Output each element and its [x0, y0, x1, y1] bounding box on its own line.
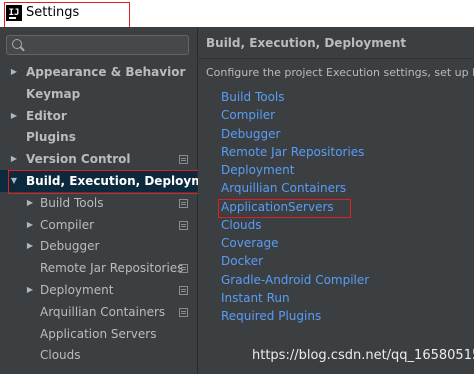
search-input[interactable] [27, 37, 185, 53]
sidebar-item-label: Application Servers [40, 326, 157, 341]
project-settings-icon [179, 220, 188, 230]
page-title: Build, Execution, Deployment [206, 36, 407, 50]
subpage-link[interactable]: Arquillian Containers [221, 180, 346, 196]
sidebar-item[interactable]: Plugins [0, 126, 197, 148]
sidebar-item-label: Remote Jar Repositories [40, 261, 184, 276]
project-settings-icon [179, 198, 188, 208]
title-highlight-box [4, 2, 130, 30]
sidebar-item-label: Plugins [26, 130, 76, 145]
project-settings-icon [179, 307, 188, 317]
collapsed-arrow-icon[interactable]: ▶ [9, 105, 19, 127]
sidebar-item-label: Keymap [26, 86, 81, 101]
sidebar-item[interactable]: ▶ Version Control [0, 148, 197, 170]
sidebar-item[interactable]: Application Servers [0, 323, 197, 345]
sidebar-item-label: Appearance & Behavior [26, 65, 186, 79]
selected-item-highlight-box [8, 170, 208, 194]
subpage-link[interactable]: Docker [221, 253, 263, 269]
subpage-link[interactable]: Build Tools [221, 89, 285, 105]
subpage-link[interactable]: Gradle-Android Compiler [221, 272, 369, 288]
subpage-link[interactable]: Required Plugins [221, 308, 321, 324]
subpage-link[interactable]: Debugger [221, 126, 280, 142]
project-settings-icon [179, 155, 188, 165]
sidebar-item-label: Editor [26, 108, 67, 123]
subpage-link[interactable]: Clouds [221, 217, 262, 233]
sidebar-item-label: Build Tools [40, 195, 104, 210]
sidebar-item[interactable]: ▶ Appearance & Behavior [0, 61, 197, 83]
sidebar-item-label: Deployment [40, 283, 114, 297]
sidebar-item[interactable]: ▶ Debugger [0, 235, 197, 257]
sidebar-item-label: Debugger [40, 239, 100, 254]
collapsed-arrow-icon[interactable]: ▶ [25, 279, 35, 301]
watermark-text: https://blog.csdn.net/qq_16580515 [252, 348, 474, 363]
link-highlight-box [218, 199, 351, 218]
collapsed-arrow-icon[interactable]: ▶ [9, 61, 19, 83]
collapsed-arrow-icon[interactable]: ▶ [25, 235, 35, 257]
subpage-link[interactable]: Coverage [221, 235, 279, 251]
sidebar-item[interactable]: ▶ Build Tools [0, 192, 197, 214]
search-icon [12, 39, 22, 49]
subpage-link[interactable]: Deployment [221, 162, 294, 178]
collapsed-arrow-icon[interactable]: ▶ [25, 192, 35, 214]
sidebar-item[interactable]: ▶ Compiler [0, 214, 197, 236]
sidebar-item-label: Version Control [26, 152, 131, 167]
subpage-link[interactable]: Remote Jar Repositories [221, 144, 364, 160]
project-settings-icon [179, 264, 188, 274]
subpage-link[interactable]: Compiler [221, 107, 275, 123]
collapsed-arrow-icon[interactable]: ▶ [9, 148, 19, 170]
collapsed-arrow-icon[interactable]: ▶ [25, 214, 35, 236]
sidebar-item[interactable]: Clouds [0, 344, 197, 366]
sidebar-item[interactable]: Arquillian Containers [0, 301, 197, 323]
title-separator [198, 58, 474, 59]
sidebar-item-label: Arquillian Containers [40, 304, 166, 319]
sidebar-item-label: Clouds [40, 348, 81, 363]
sidebar-item[interactable]: ▶ Editor [0, 105, 197, 127]
sidebar-item-label: Compiler [40, 217, 95, 232]
sidebar-item[interactable]: Remote Jar Repositories [0, 257, 197, 279]
search-box[interactable] [6, 35, 189, 55]
subpage-link[interactable]: Instant Run [221, 290, 290, 306]
sidebar-item[interactable]: ▶ Deployment [0, 279, 197, 301]
project-settings-icon [179, 286, 188, 295]
page-description: Configure the project Execution settings… [206, 66, 474, 79]
sidebar-item[interactable]: Keymap [0, 83, 197, 105]
